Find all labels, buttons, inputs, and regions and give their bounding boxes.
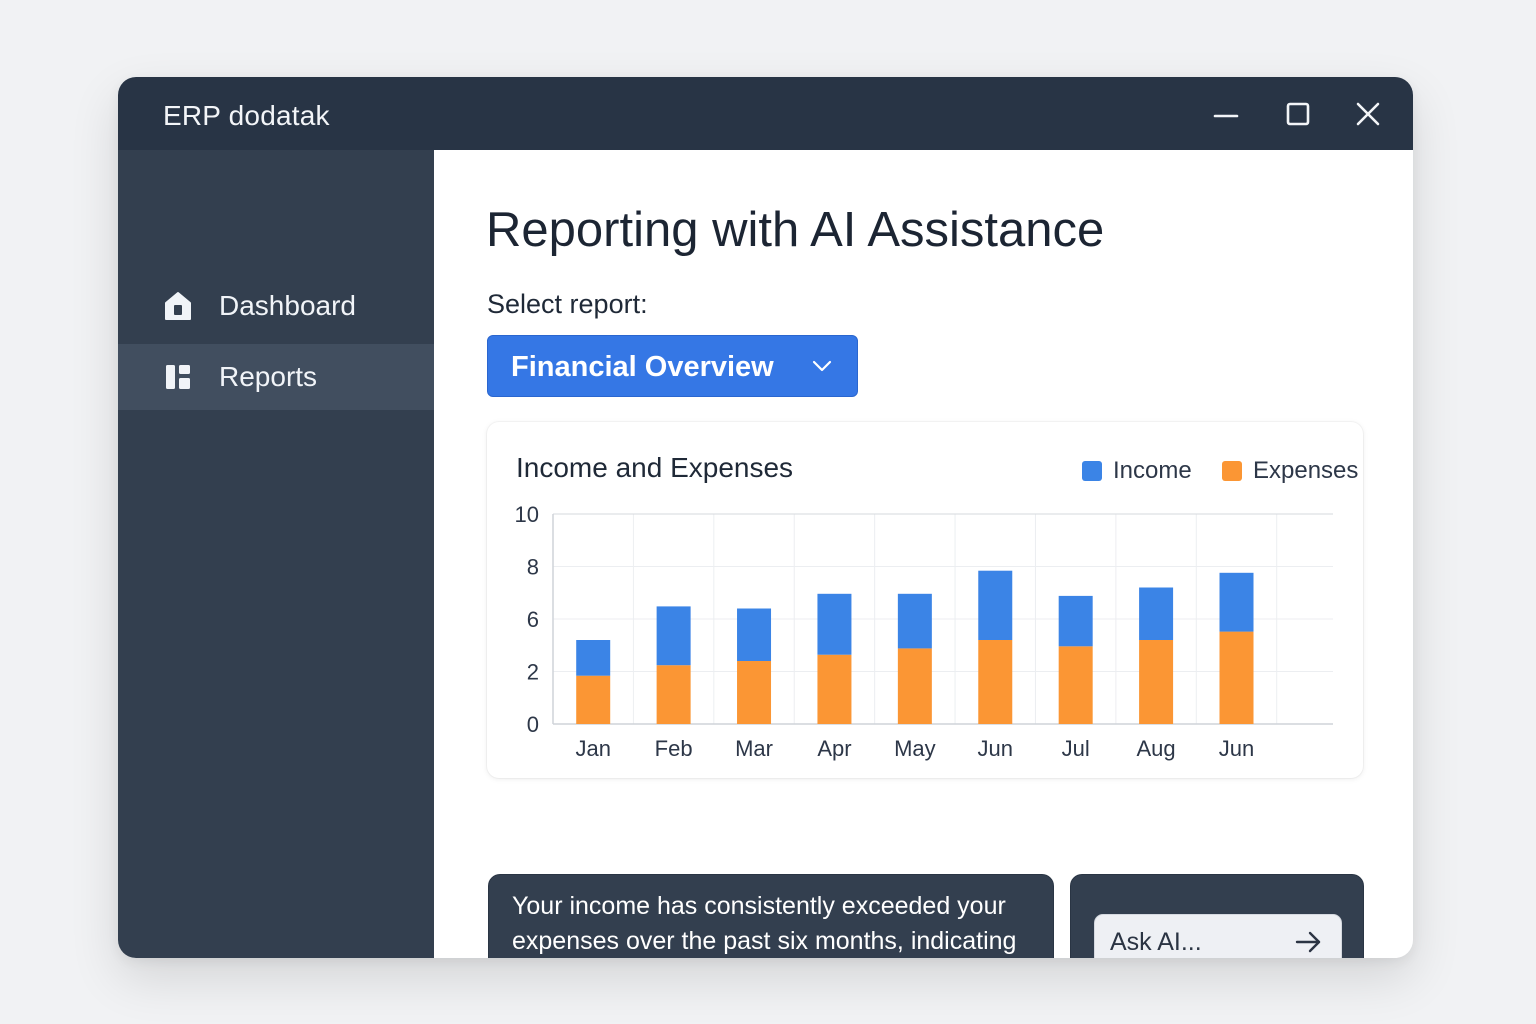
ask-ai-input[interactable]: Ask AI...: [1094, 914, 1342, 958]
bar-expenses: [897, 648, 932, 724]
bar-income: [1219, 572, 1254, 632]
y-tick-label: 0: [527, 712, 539, 737]
ask-ai-placeholder: Ask AI...: [1110, 928, 1202, 956]
bar-income: [817, 593, 852, 655]
x-tick-label: Jun: [1219, 736, 1254, 761]
y-tick-label: 2: [527, 660, 539, 685]
sidebar-item-reports[interactable]: Reports: [118, 344, 434, 410]
bar-income: [656, 606, 691, 666]
x-tick-label: Jul: [1062, 736, 1090, 761]
bar-expenses: [1219, 631, 1254, 724]
selected-report-value: Financial Overview: [511, 351, 774, 383]
bar-income: [576, 640, 611, 676]
title-bar: ERP dodatak: [118, 77, 1413, 150]
bar-expenses: [656, 665, 691, 724]
income-expenses-chart-card: Income and Expenses Income Expenses 0268…: [487, 422, 1363, 778]
reports-icon: [163, 362, 193, 392]
report-select-dropdown[interactable]: Financial Overview: [487, 335, 858, 397]
sidebar: Dashboard Reports: [118, 150, 434, 958]
sidebar-item-dashboard[interactable]: Dashboard: [118, 273, 434, 339]
arrow-right-icon[interactable]: [1295, 929, 1323, 955]
bar-expenses: [1139, 640, 1174, 724]
sidebar-item-label: Dashboard: [219, 290, 356, 321]
page-title: Reporting with AI Assistance: [486, 203, 1105, 257]
app-window: ERP dodatak Dashboard Reports Reporting …: [118, 77, 1413, 958]
y-tick-label: 6: [527, 607, 539, 632]
minimize-button[interactable]: [1208, 96, 1244, 132]
x-tick-label: Jun: [978, 736, 1013, 761]
bar-expenses: [817, 654, 852, 724]
maximize-button[interactable]: [1280, 96, 1316, 132]
app-title: ERP dodatak: [163, 100, 330, 131]
x-tick-label: May: [894, 736, 936, 761]
x-tick-label: Aug: [1137, 736, 1176, 761]
x-tick-label: Apr: [817, 736, 851, 761]
home-icon: [163, 291, 193, 321]
bar-income: [897, 593, 932, 649]
bar-income: [1058, 595, 1093, 647]
y-tick-label: 10: [515, 502, 539, 527]
bar-expenses: [1058, 646, 1093, 724]
x-tick-label: Jan: [575, 736, 610, 761]
bar-expenses: [737, 661, 772, 724]
bar-income: [737, 608, 772, 661]
maximize-icon: [1286, 102, 1310, 126]
bar-income: [978, 570, 1013, 640]
sidebar-item-label: Reports: [219, 361, 318, 392]
chevron-down-icon: [812, 360, 832, 372]
bar-expenses: [576, 675, 611, 724]
close-icon: [1356, 102, 1380, 126]
y-tick-label: 8: [527, 555, 539, 580]
bar-income: [1139, 587, 1174, 640]
x-tick-label: Mar: [735, 736, 773, 761]
bar-expenses: [978, 640, 1013, 724]
ai-insight-box: Your income has consistently exceeded yo…: [488, 874, 1054, 958]
x-tick-label: Feb: [655, 736, 693, 761]
ai-insight-text: Your income has consistently exceeded yo…: [512, 892, 1017, 955]
select-report-label: Select report:: [487, 289, 648, 319]
close-button[interactable]: [1350, 96, 1386, 132]
ask-ai-panel: Ask AI...: [1070, 874, 1364, 958]
bar-chart: 0 2 6 8 10 Jan Feb Mar Apr May Jun Jul Aug Jun: [515, 502, 1333, 761]
minimize-icon: [1213, 114, 1239, 118]
main-content: Reporting with AI Assistance Select repo…: [434, 150, 1413, 958]
